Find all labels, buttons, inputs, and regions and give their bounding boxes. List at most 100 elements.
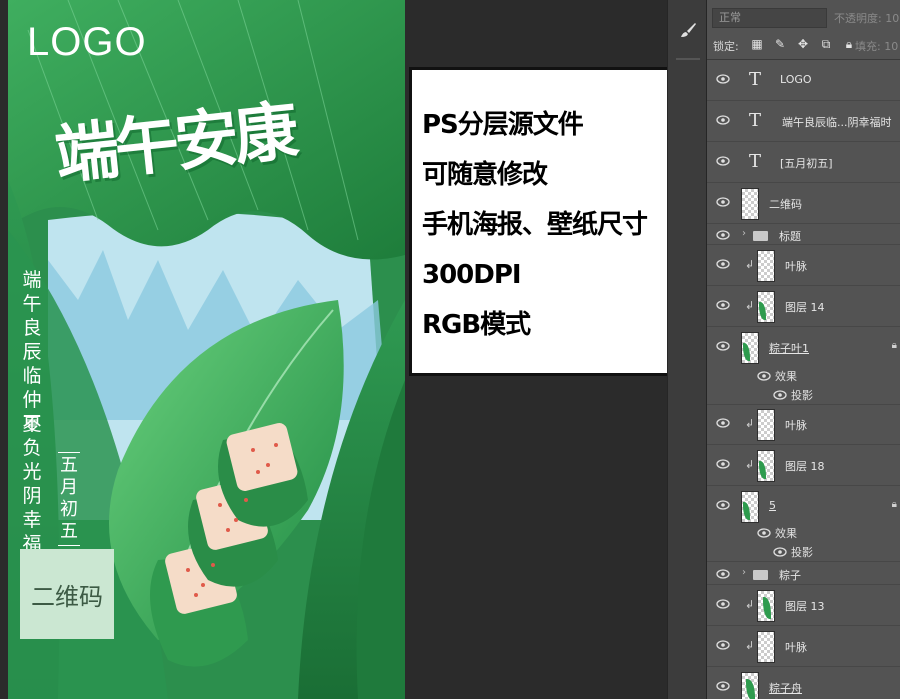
visibility-eye-icon[interactable] (757, 528, 771, 538)
layer-name: 二维码 (769, 198, 802, 211)
layer-name: [五月初五] (780, 157, 833, 170)
clipping-mask-icon: ↲ (745, 458, 755, 471)
poster-date: 五月初五 (58, 452, 80, 546)
lock-image-icon[interactable]: ✎ (772, 36, 788, 52)
layer-thumbnail (741, 491, 759, 523)
layer-row[interactable]: 粽子舟 (707, 668, 900, 699)
layer-name: 5 (769, 499, 776, 512)
layer-row[interactable]: T [五月初五] (707, 143, 900, 183)
layer-row[interactable]: ↲ 图层 18 (707, 446, 900, 486)
visibility-eye-icon[interactable] (716, 418, 730, 428)
info-line-4: 300DPI (422, 260, 522, 290)
layer-row[interactable]: T LOGO (707, 61, 900, 101)
visibility-eye-icon[interactable] (773, 390, 787, 400)
info-box: PS分层源文件 可随意修改 手机海报、壁纸尺寸 300DPI RGB模式 (409, 67, 703, 376)
visibility-eye-icon[interactable] (716, 197, 730, 207)
visibility-eye-icon[interactable] (716, 640, 730, 650)
layer-name: 图层 13 (785, 600, 825, 613)
visibility-eye-icon[interactable] (716, 115, 730, 125)
lock-options: ▦ ✎ ✥ ⧉ 🔒︎ (749, 36, 857, 52)
layer-name: 粽子 (779, 569, 801, 582)
visibility-eye-icon[interactable] (716, 500, 730, 510)
brush-icon[interactable] (677, 20, 699, 42)
lock-icon: 🔒︎ (891, 340, 897, 351)
layer-name: 图层 14 (785, 301, 825, 314)
visibility-eye-icon[interactable] (757, 371, 771, 381)
visibility-eye-icon[interactable] (716, 74, 730, 84)
blend-mode-select[interactable]: 正常 (712, 8, 827, 28)
layer-name: 粽子叶1 (769, 342, 809, 355)
layer-thumbnail (741, 672, 759, 699)
lock-artboard-icon[interactable]: ⧉ (818, 36, 834, 52)
layer-thumbnail (757, 409, 775, 441)
layer-thumbnail-leaf (743, 343, 750, 361)
layer-name: 端午良辰临...阴幸福时 (782, 116, 892, 129)
layer-row[interactable]: ↲ 叶脉 (707, 246, 900, 286)
visibility-eye-icon[interactable] (716, 459, 730, 469)
visibility-eye-icon[interactable] (716, 259, 730, 269)
layer-thumbnail (757, 450, 775, 482)
folder-icon (753, 570, 768, 580)
text-layer-icon: T (749, 151, 762, 172)
layer-row[interactable]: 粽子叶1 🔒︎ (707, 328, 900, 368)
layer-group-row[interactable]: › 粽子 (707, 563, 900, 585)
poster-canvas: LOGO 端午安康 端午良辰临仲夏 不负光阴幸福时 五月初五 二维码 (8, 0, 405, 699)
layer-thumbnail (757, 291, 775, 323)
visibility-eye-icon[interactable] (773, 547, 787, 557)
clipping-mask-icon: ↲ (745, 258, 755, 271)
layer-thumbnail-leaf (763, 597, 771, 619)
info-line-5: RGB模式 (422, 310, 531, 340)
lock-icon: 🔒︎ (891, 499, 897, 510)
visibility-eye-icon[interactable] (716, 599, 730, 609)
qr-code-placeholder: 二维码 (20, 549, 114, 639)
layer-thumbnail-leaf (759, 302, 766, 320)
layer-row[interactable]: ↲ 叶脉 (707, 405, 900, 445)
layer-effects-row[interactable]: 效果 (707, 523, 900, 542)
layer-effect-row[interactable]: 投影 (707, 385, 900, 405)
text-layer-icon: T (749, 69, 762, 90)
drop-shadow-label: 投影 (791, 389, 813, 402)
drop-shadow-label: 投影 (791, 546, 813, 559)
layer-thumbnail-leaf (743, 502, 750, 520)
opacity-field[interactable]: 不透明度: 10 (834, 10, 899, 26)
clipping-mask-icon: ↲ (745, 417, 755, 430)
layer-row[interactable]: T 端午良辰临...阴幸福时 (707, 102, 900, 142)
layer-row[interactable]: ↲ 叶脉 (707, 627, 900, 667)
lock-transparency-icon[interactable]: ▦ (749, 36, 765, 52)
text-layer-icon: T (749, 110, 762, 131)
lock-position-icon[interactable]: ✥ (795, 36, 811, 52)
layer-thumbnail-leaf (759, 461, 766, 479)
layer-row[interactable]: 二维码 (707, 184, 900, 224)
visibility-eye-icon[interactable] (716, 230, 730, 240)
fill-field[interactable]: 填充: 10 (855, 38, 898, 54)
layer-row[interactable]: ↲ 图层 13 (707, 586, 900, 626)
layer-thumbnail (757, 590, 775, 622)
layer-name: 图层 18 (785, 460, 825, 473)
layer-effect-row[interactable]: 投影 (707, 542, 900, 562)
effects-label: 效果 (775, 370, 797, 383)
chevron-right-icon[interactable]: › (742, 228, 746, 239)
chevron-right-icon[interactable]: › (742, 567, 746, 578)
layer-row[interactable]: 5 🔒︎ (707, 487, 900, 527)
layer-effects-row[interactable]: 效果 (707, 366, 900, 385)
screen: LOGO 端午安康 端午良辰临仲夏 不负光阴幸福时 五月初五 二维码 PS分层源… (0, 0, 900, 699)
effects-label: 效果 (775, 527, 797, 540)
layer-row[interactable]: ↲ 图层 14 (707, 287, 900, 327)
layer-thumbnail (757, 250, 775, 282)
layers-panel: 正常 不透明度: 10 锁定: ▦ ✎ ✥ ⧉ 🔒︎ 填充: 10 T LOGO… (707, 0, 900, 699)
layer-name: 粽子舟 (769, 682, 802, 695)
info-line-1: PS分层源文件 (422, 110, 584, 140)
layer-group-row[interactable]: › 标题 (707, 225, 900, 245)
tool-divider (676, 58, 700, 60)
visibility-eye-icon[interactable] (716, 300, 730, 310)
visibility-eye-icon[interactable] (716, 156, 730, 166)
visibility-eye-icon[interactable] (716, 681, 730, 691)
visibility-eye-icon[interactable] (716, 341, 730, 351)
layer-thumbnail (757, 631, 775, 663)
layers-options-bar: 正常 不透明度: 10 锁定: ▦ ✎ ✥ ⧉ 🔒︎ 填充: 10 (707, 0, 900, 60)
visibility-eye-icon[interactable] (716, 569, 730, 579)
poster-logo: LOGO (27, 20, 147, 64)
qr-code-label: 二维码 (31, 582, 103, 611)
lock-label: 锁定: (713, 40, 739, 53)
clipping-mask-icon: ↲ (745, 299, 755, 312)
